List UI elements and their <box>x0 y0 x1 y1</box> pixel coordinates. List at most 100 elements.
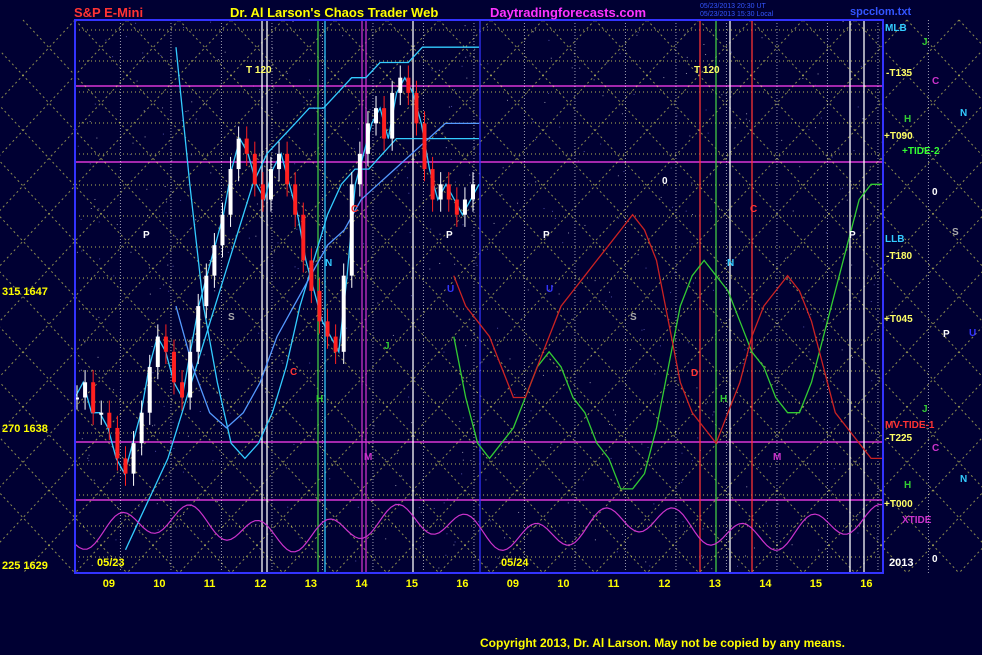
chart-annotation: P <box>446 230 453 241</box>
x-tick-label: 09 <box>507 578 519 590</box>
star-dot <box>442 132 444 134</box>
star-dot <box>781 139 783 141</box>
star-dot <box>248 237 250 239</box>
star-dot <box>130 251 132 253</box>
chart-annotation: C <box>351 204 358 215</box>
star-dot <box>429 268 431 270</box>
price-bar <box>268 169 273 200</box>
site-name[interactable]: Daytradingforecasts.com <box>490 5 646 20</box>
star-dot <box>602 95 604 97</box>
star-dot <box>548 92 550 94</box>
x-tick-label: 11 <box>608 578 620 590</box>
star-dot <box>769 466 771 468</box>
star-dot <box>277 242 279 244</box>
star-dot <box>838 149 840 151</box>
star-dot <box>562 242 564 244</box>
price-bar <box>285 153 290 185</box>
star-dot <box>660 196 662 198</box>
star-dot <box>691 214 693 216</box>
star-dot <box>692 282 694 284</box>
star-dot <box>474 48 476 50</box>
star-dot <box>740 231 742 233</box>
star-dot <box>156 503 158 505</box>
price-bar <box>244 138 249 154</box>
star-dot <box>308 79 310 81</box>
star-dot <box>132 142 134 144</box>
chart-annotation: P <box>849 230 856 241</box>
star-dot <box>839 188 841 190</box>
star-dot <box>256 203 258 205</box>
star-dot <box>297 268 299 270</box>
star-dot <box>691 182 693 184</box>
star-dot <box>167 264 169 266</box>
star-dot <box>605 300 607 302</box>
star-dot <box>777 503 779 505</box>
star-dot <box>112 56 114 58</box>
star-dot <box>175 235 177 237</box>
star-dot <box>76 251 78 253</box>
star-dot <box>439 233 441 235</box>
price-bar <box>374 108 379 124</box>
price-bar <box>228 169 233 215</box>
star-dot <box>542 374 544 376</box>
star-dot <box>817 73 819 75</box>
star-dot <box>89 163 91 165</box>
star-dot <box>659 345 661 347</box>
star-dot <box>478 521 480 523</box>
star-dot <box>676 115 678 117</box>
star-dot <box>600 143 602 145</box>
star-dot <box>98 221 100 223</box>
price-bar <box>91 382 96 413</box>
star-dot <box>745 555 747 557</box>
chart-annotation: 0 <box>662 176 668 187</box>
star-dot <box>841 349 843 351</box>
star-dot <box>643 329 645 331</box>
star-dot <box>485 479 487 481</box>
star-dot <box>694 292 696 294</box>
star-dot <box>401 475 403 477</box>
star-dot <box>451 105 453 107</box>
star-dot <box>396 452 398 454</box>
chart-annotation: D <box>691 368 698 379</box>
star-dot <box>91 564 93 566</box>
star-dot <box>309 362 311 364</box>
right-level-label: LLB <box>885 234 904 245</box>
star-dot <box>857 514 859 516</box>
x-tick-label: 16 <box>456 578 468 590</box>
star-dot <box>448 106 450 108</box>
star-dot <box>582 479 584 481</box>
right-level-label: J <box>922 37 928 48</box>
star-dot <box>217 59 219 61</box>
price-bar <box>390 92 395 139</box>
star-dot <box>871 380 873 382</box>
price-bar <box>462 199 467 215</box>
star-dot <box>594 539 596 541</box>
price-bar <box>147 367 152 413</box>
star-dot <box>155 450 157 452</box>
star-dot <box>867 275 869 277</box>
star-dot <box>583 151 585 153</box>
star-dot <box>785 257 787 259</box>
star-dot <box>144 136 146 138</box>
star-dot <box>748 120 750 122</box>
star-dot <box>141 31 143 33</box>
price-bar <box>155 336 160 368</box>
star-dot <box>629 349 631 351</box>
chart-annotation: P <box>143 230 150 241</box>
star-dot <box>113 389 115 391</box>
date-label: 05/23 <box>97 557 125 569</box>
star-dot <box>104 373 106 375</box>
star-dot <box>388 23 390 25</box>
right-level-label: 0 <box>932 187 938 198</box>
right-level-label: H <box>904 480 911 491</box>
star-dot <box>761 37 763 39</box>
timestamp-local: 05/23/2013 15:30 Local <box>700 11 774 18</box>
star-dot <box>117 507 119 509</box>
right-level-label: H <box>904 114 911 125</box>
star-dot <box>357 506 359 508</box>
star-dot <box>696 387 698 389</box>
star-dot <box>151 346 153 348</box>
star-dot <box>293 443 295 445</box>
star-dot <box>172 421 174 423</box>
star-dot <box>514 394 516 396</box>
